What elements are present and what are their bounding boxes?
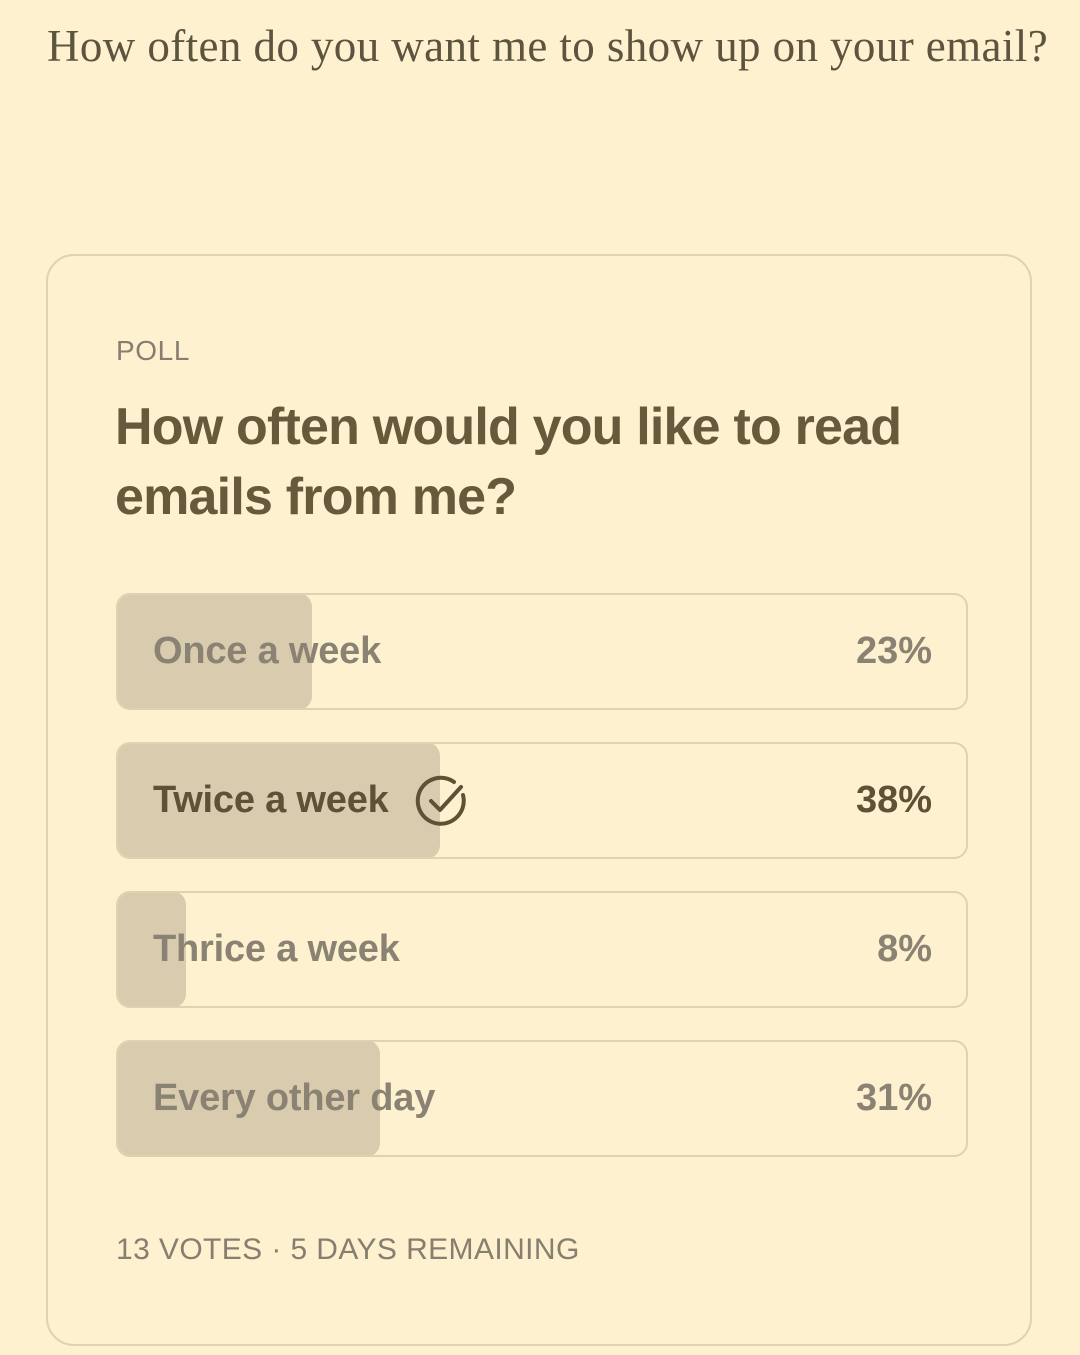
poll-option-label-wrap: Twice a week (153, 744, 470, 857)
poll-option-label: Thrice a week (153, 928, 400, 970)
poll-option-percent: 31% (855, 1077, 932, 1119)
poll-option-percent: 23% (855, 630, 932, 672)
poll-label: POLL (116, 335, 190, 366)
poll-option-label: Twice a week (153, 779, 389, 821)
intro-text: How often do you want me to show up on y… (47, 21, 1049, 71)
poll-option-percent: 38% (855, 779, 932, 821)
poll-option-label: Every other day (153, 1077, 436, 1119)
check-circle-icon (415, 775, 466, 826)
poll-option-label: Once a week (153, 630, 382, 672)
poll-card: POLL How often would you like to read em… (46, 254, 1032, 1346)
poll-footer: 13 VOTES · 5 DAYS REMAINING (116, 1233, 580, 1266)
poll-question: How often would you like to read emails … (115, 398, 902, 526)
poll-options: Once a week 23% Twice a week 38% Thrice … (116, 593, 968, 1189)
poll-option-thrice-a-week[interactable]: Thrice a week 8% (116, 891, 968, 1008)
poll-option-once-a-week[interactable]: Once a week 23% (116, 593, 968, 710)
poll-option-every-other-day[interactable]: Every other day 31% (116, 1040, 968, 1157)
poll-option-percent: 8% (877, 928, 932, 970)
poll-option-twice-a-week[interactable]: Twice a week 38% (116, 742, 968, 859)
